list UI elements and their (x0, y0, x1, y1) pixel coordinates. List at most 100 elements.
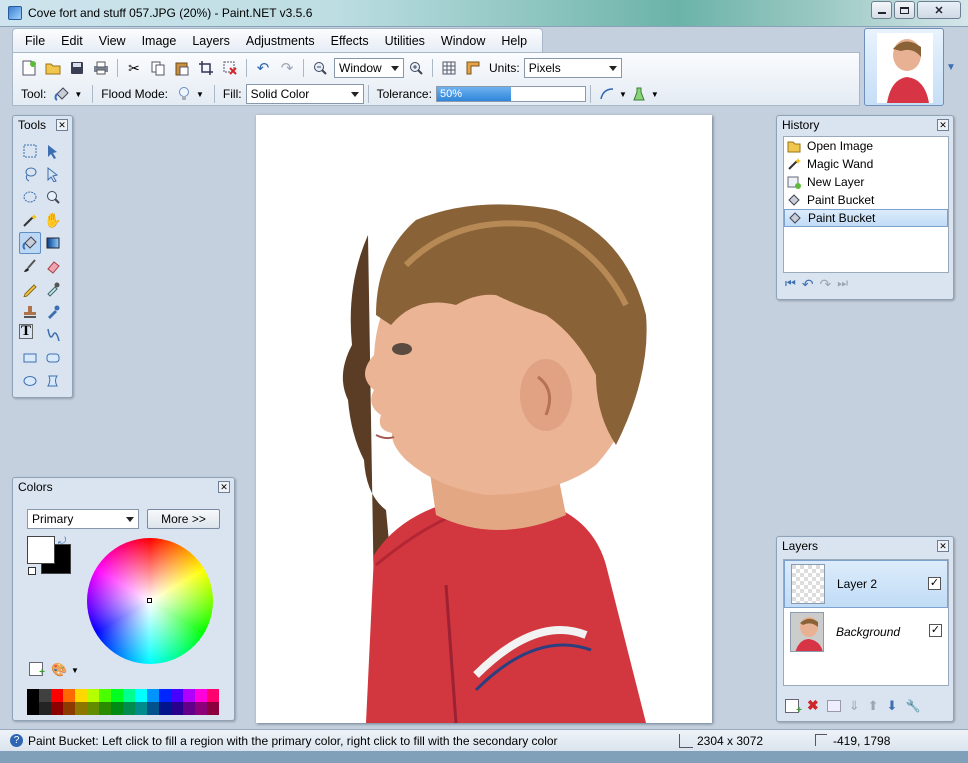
recolor-tool-icon[interactable] (42, 301, 64, 323)
minimize-button[interactable] (871, 1, 892, 19)
image-list-dropdown-icon[interactable]: ▼ (946, 62, 956, 73)
copy-icon[interactable] (147, 57, 169, 79)
palette-swatch[interactable] (195, 702, 207, 715)
save-icon[interactable] (66, 57, 88, 79)
color-wheel[interactable] (87, 538, 213, 664)
tolerance-slider[interactable]: 50% (435, 86, 586, 102)
delete-layer-icon[interactable]: ✖ (807, 697, 819, 714)
menu-window[interactable]: Window (433, 30, 493, 52)
zoom-out-icon[interactable] (309, 57, 331, 79)
undo-icon[interactable]: ↶ (252, 57, 274, 79)
menu-utilities[interactable]: Utilities (377, 30, 433, 52)
palette-swatch[interactable] (123, 702, 135, 715)
palette-swatch[interactable] (63, 689, 75, 702)
add-layer-icon[interactable]: + (785, 698, 802, 716)
clone-stamp-tool-icon[interactable] (19, 301, 41, 323)
zoom-in-icon[interactable] (405, 57, 427, 79)
reset-colors-icon[interactable] (28, 567, 36, 575)
palette-swatch[interactable] (99, 702, 111, 715)
paint-bucket-tool-icon[interactable] (19, 232, 41, 254)
history-item[interactable]: Magic Wand (784, 155, 948, 173)
layer-visibility-checkbox[interactable]: ✓ (929, 624, 942, 637)
palette-swatch[interactable] (195, 689, 207, 702)
print-icon[interactable] (90, 57, 112, 79)
swap-colors-icon[interactable]: ⤾ (58, 536, 66, 547)
undo-icon[interactable]: ↶ (802, 276, 814, 293)
layer-row[interactable]: Layer 2 ✓ (784, 560, 948, 608)
ruler-icon[interactable] (462, 57, 484, 79)
color-palette[interactable] (27, 689, 219, 715)
palette-swatch[interactable] (171, 702, 183, 715)
menu-view[interactable]: View (91, 30, 134, 52)
palette-swatch[interactable] (183, 702, 195, 715)
palette-swatch[interactable] (39, 702, 51, 715)
color-picker-tool-icon[interactable] (42, 278, 64, 300)
layer-properties-icon[interactable]: 🔧 (905, 699, 920, 713)
lasso-select-tool-icon[interactable] (19, 163, 41, 185)
layer-row[interactable]: Background ✓ (784, 608, 948, 656)
blend-mode-dropdown-icon[interactable]: ▼ (651, 90, 659, 99)
fill-combo[interactable]: Solid Color (245, 84, 364, 104)
palette-swatch[interactable] (87, 702, 99, 715)
pencil-tool-icon[interactable] (19, 278, 41, 300)
flood-mode-icon[interactable] (173, 83, 195, 105)
gradient-tool-icon[interactable] (42, 232, 64, 254)
blend-mode-icon[interactable] (628, 83, 650, 105)
palette-swatch[interactable] (111, 702, 123, 715)
palette-swatch[interactable] (87, 689, 99, 702)
palette-swatch[interactable] (159, 689, 171, 702)
move-selection-tool-icon[interactable] (42, 163, 64, 185)
menu-layers[interactable]: Layers (184, 30, 238, 52)
history-item-selected[interactable]: Paint Bucket (784, 209, 948, 227)
palette-swatch[interactable] (135, 702, 147, 715)
menu-adjustments[interactable]: Adjustments (238, 30, 323, 52)
palette-swatch[interactable] (99, 689, 111, 702)
crop-icon[interactable] (195, 57, 217, 79)
maximize-button[interactable] (894, 1, 915, 19)
redo-icon[interactable]: ↷ (820, 276, 832, 293)
tool-dropdown-icon[interactable]: ▼ (74, 90, 82, 99)
zoom-tool-icon[interactable] (42, 186, 64, 208)
rectangle-tool-icon[interactable] (19, 347, 41, 369)
palette-swatch[interactable] (51, 702, 63, 715)
layer-visibility-checkbox[interactable]: ✓ (928, 577, 941, 590)
move-selected-pixels-tool-icon[interactable] (42, 140, 64, 162)
move-layer-up-icon[interactable]: ⬆ (868, 698, 879, 714)
palette-swatch[interactable] (171, 689, 183, 702)
color-mode-combo[interactable]: Primary (27, 509, 139, 529)
line-curve-tool-icon[interactable] (42, 324, 64, 346)
grid-icon[interactable] (438, 57, 460, 79)
palette-swatch[interactable] (51, 689, 63, 702)
more-colors-button[interactable]: More >> (147, 509, 220, 529)
flood-mode-dropdown-icon[interactable]: ▼ (196, 90, 204, 99)
tools-panel-close-button[interactable]: ✕ (56, 119, 68, 131)
palette-swatch[interactable] (207, 689, 219, 702)
palette-menu-dropdown-icon[interactable]: ▼ (71, 666, 79, 675)
palette-swatch[interactable] (75, 689, 87, 702)
paint-bucket-tool-selector-icon[interactable] (51, 83, 73, 105)
rectangle-select-tool-icon[interactable] (19, 140, 41, 162)
history-item[interactable]: Paint Bucket (784, 191, 948, 209)
redo-icon[interactable]: ↷ (276, 57, 298, 79)
palette-swatch[interactable] (75, 702, 87, 715)
duplicate-layer-icon[interactable] (826, 699, 841, 712)
menu-image[interactable]: Image (134, 30, 185, 52)
cut-icon[interactable]: ✂ (123, 57, 145, 79)
text-tool-icon[interactable]: T (19, 324, 33, 339)
palette-swatch[interactable] (207, 702, 219, 715)
deselect-icon[interactable] (219, 57, 241, 79)
antialiasing-dropdown-icon[interactable]: ▼ (619, 90, 627, 99)
ellipse-tool-icon[interactable] (19, 370, 41, 392)
menu-effects[interactable]: Effects (323, 30, 377, 52)
palette-swatch[interactable] (27, 702, 39, 715)
palette-swatch[interactable] (147, 702, 159, 715)
history-panel-close-button[interactable]: ✕ (937, 119, 949, 131)
palette-swatch[interactable] (135, 689, 147, 702)
image-tab-thumbnail[interactable] (864, 28, 944, 106)
menu-file[interactable]: File (17, 30, 53, 52)
new-image-icon[interactable] (18, 57, 40, 79)
menu-help[interactable]: Help (493, 30, 535, 52)
palette-swatch[interactable] (123, 689, 135, 702)
merge-layer-down-icon[interactable]: ⇓ (849, 698, 860, 714)
freeform-shape-tool-icon[interactable] (42, 370, 64, 392)
